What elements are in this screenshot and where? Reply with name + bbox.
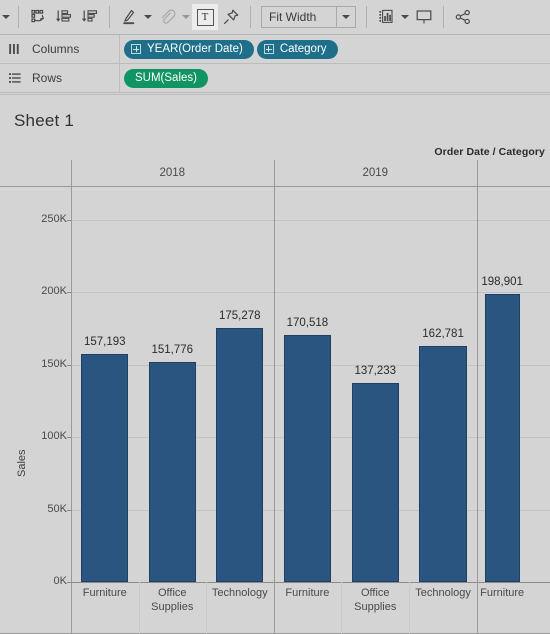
y-axis-tick-label: 100K (41, 430, 67, 443)
bar-value-label: 137,233 (354, 365, 397, 378)
highlighter-icon[interactable] (116, 4, 142, 30)
pushpin-icon[interactable] (218, 4, 244, 30)
bar-value-label: 151,776 (151, 344, 194, 357)
highlight-caret-icon[interactable] (142, 4, 154, 30)
year-header-cell[interactable]: 2018 (71, 160, 274, 186)
toolbar-overflow-caret[interactable] (0, 4, 12, 30)
x-axis-category-label[interactable]: Technology (409, 586, 477, 600)
toolbar-divider (366, 6, 367, 28)
pill-label: Category (279, 43, 327, 55)
chevron-down-icon[interactable] (336, 7, 355, 27)
rows-shelf[interactable]: Rows SUM(Sales) (0, 63, 550, 93)
gridline (71, 220, 550, 221)
columns-icon (8, 42, 25, 56)
bar-mark[interactable] (484, 293, 520, 582)
swap-icon[interactable] (25, 4, 51, 30)
rows-shelf-label: Rows (32, 71, 63, 85)
toolbar-divider (443, 6, 444, 28)
x-axis-category-label[interactable]: Furniture (71, 586, 139, 600)
expand-plus-icon[interactable] (263, 44, 274, 54)
bar-mark[interactable] (148, 362, 196, 582)
bar-mark[interactable] (351, 383, 399, 582)
y-axis-tick-label: 50K (47, 502, 67, 515)
y-axis-tick-label: 150K (41, 357, 67, 370)
pill-sum-sales[interactable]: SUM(Sales) (124, 68, 208, 88)
paperclip-icon[interactable] (154, 4, 180, 30)
columns-shelf-dropzone[interactable]: YEAR(Order Date) Category (120, 35, 550, 64)
panel-divider (477, 187, 478, 583)
x-axis-category-label[interactable]: Office Supplies (139, 586, 207, 614)
sort-descending-icon[interactable] (77, 4, 103, 30)
share-icon[interactable] (450, 4, 476, 30)
fit-dropdown[interactable]: Fit Width (261, 6, 356, 28)
year-header-cell[interactable] (477, 160, 550, 186)
pill-label: SUM(Sales) (135, 72, 197, 84)
toolbar: T Fit Width (0, 0, 550, 35)
gridline (71, 292, 550, 294)
bar-value-label: 170,518 (286, 317, 329, 330)
toolbar-divider (18, 6, 19, 28)
mark-label-glyph: T (196, 8, 214, 26)
year-header-cell[interactable]: 2019 (274, 160, 478, 186)
pill-category[interactable]: Category (256, 39, 338, 59)
pill-label: YEAR(Order Date) (147, 43, 243, 55)
text-label-icon[interactable]: T (192, 4, 218, 30)
bar-value-label: 198,901 (481, 275, 523, 288)
show-me-caret-icon[interactable] (399, 4, 411, 30)
panel-divider (273, 187, 275, 583)
x-axis-category-label[interactable]: Furniture (477, 586, 527, 600)
presentation-icon[interactable] (411, 4, 437, 30)
bar-value-label: 162,781 (422, 328, 464, 341)
x-axis-category-label[interactable]: Office Supplies (341, 586, 409, 614)
y-axis-tick-label: 250K (41, 213, 67, 225)
show-me-icon[interactable] (373, 4, 399, 30)
rows-shelf-dropzone[interactable]: SUM(Sales) (120, 64, 550, 93)
bar-mark[interactable] (419, 346, 467, 582)
columns-shelf-label-box: Columns (0, 34, 120, 64)
columns-shelf[interactable]: Columns YEAR(Order Date) Category (0, 34, 550, 64)
toolbar-divider (250, 6, 251, 28)
y-axis-title: Sales (16, 449, 28, 477)
page-title[interactable]: Sheet 1 (14, 111, 74, 131)
rows-icon (8, 71, 25, 85)
bar-mark[interactable] (216, 328, 264, 582)
field-header-label: Order Date / Category (434, 146, 545, 158)
y-axis-tick-label: 200K (41, 285, 67, 298)
pill-year-order-date[interactable]: YEAR(Order Date) (124, 39, 254, 59)
panel-divider (71, 187, 72, 583)
worksheet-view: Sheet 1 Order Date / Category 2018 2019 S… (0, 94, 550, 634)
x-axis-category-label[interactable]: Technology (206, 586, 274, 600)
x-axis-labels: Furniture Office Supplies Technology Furnit… (0, 582, 550, 634)
toolbar-divider (109, 6, 110, 28)
attach-caret-icon[interactable] (180, 4, 192, 30)
sort-ascending-icon[interactable] (51, 4, 77, 30)
bar-mark[interactable] (283, 335, 332, 582)
chart-plot-area: Sales 0K 50K 100K 150K 200K 250K 157,193 151,77… (0, 187, 550, 587)
fit-dropdown-value: Fit Width (269, 10, 317, 24)
rows-shelf-label-box: Rows (0, 63, 120, 93)
expand-plus-icon[interactable] (131, 44, 141, 54)
columns-shelf-label: Columns (32, 42, 80, 56)
bar-mark[interactable] (81, 354, 129, 582)
year-header-band: 2018 2019 (0, 160, 550, 187)
x-axis-category-label[interactable]: Furniture (274, 586, 342, 600)
